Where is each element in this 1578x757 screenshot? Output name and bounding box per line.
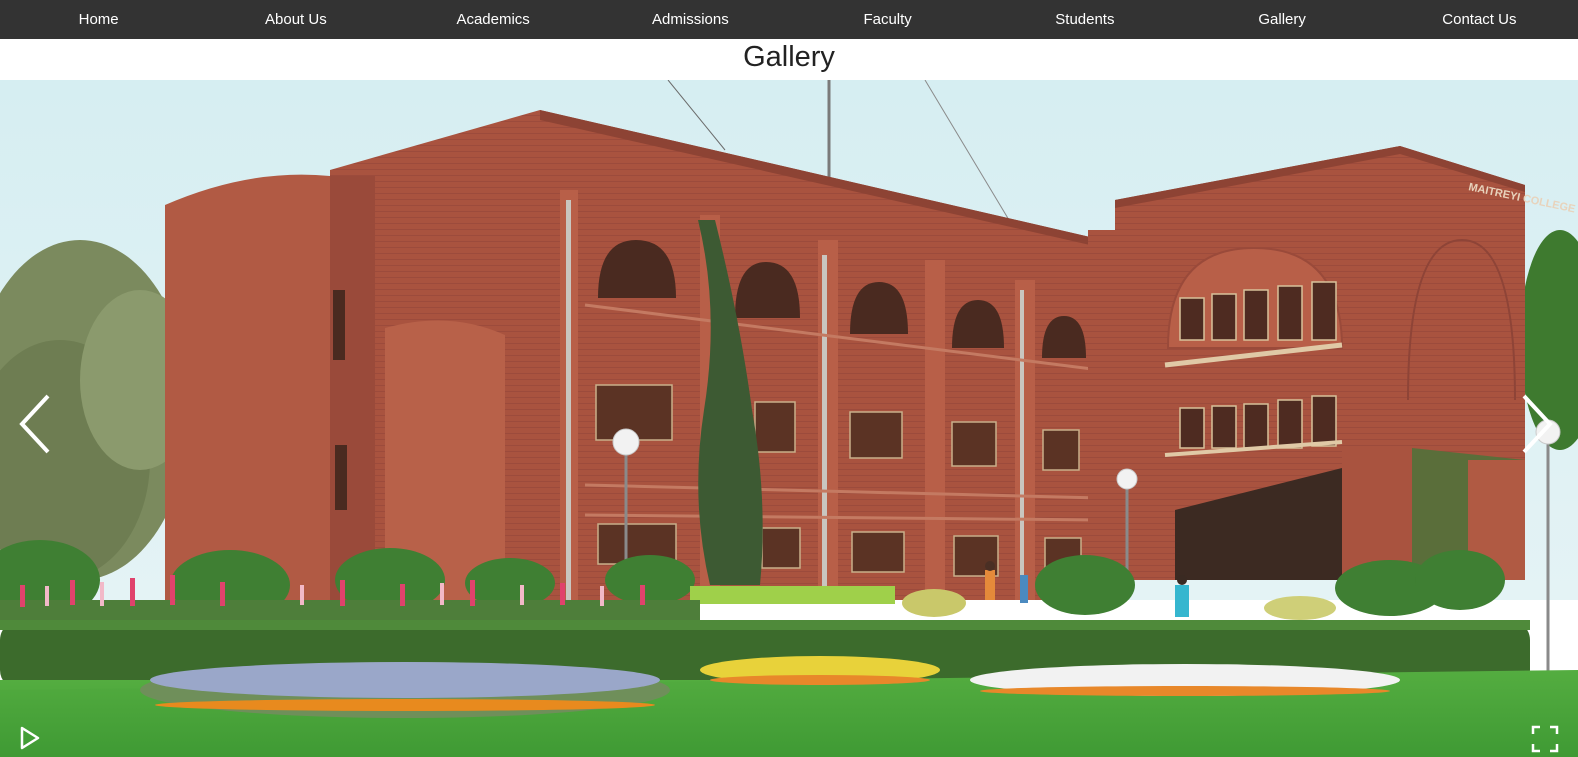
play-icon xyxy=(20,726,40,750)
slideshow-next-button[interactable] xyxy=(1514,390,1564,470)
slideshow-play-button[interactable] xyxy=(16,724,44,752)
college-building-photo: MAITREYI COLLEGE xyxy=(0,80,1578,757)
nav-students[interactable]: Students xyxy=(986,2,1183,38)
nav-academics[interactable]: Academics xyxy=(395,2,592,38)
page-title: Gallery xyxy=(743,41,835,73)
fullscreen-icon xyxy=(1531,725,1559,753)
chevron-right-icon xyxy=(1522,394,1553,454)
nav-faculty[interactable]: Faculty xyxy=(789,2,986,38)
slideshow-prev-button[interactable] xyxy=(12,390,62,470)
gallery-slideshow[interactable]: MAITREYI COLLEGE xyxy=(0,80,1578,757)
nav-admissions[interactable]: Admissions xyxy=(592,2,789,38)
top-navbar: Home About Us Academics Admissions Facul… xyxy=(0,0,1578,39)
nav-about-us[interactable]: About Us xyxy=(197,2,394,38)
nav-contact-us[interactable]: Contact Us xyxy=(1381,2,1578,38)
nav-gallery[interactable]: Gallery xyxy=(1184,2,1381,38)
chevron-left-icon xyxy=(19,394,50,454)
slideshow-fullscreen-button[interactable] xyxy=(1530,724,1560,754)
nav-home[interactable]: Home xyxy=(0,2,197,38)
